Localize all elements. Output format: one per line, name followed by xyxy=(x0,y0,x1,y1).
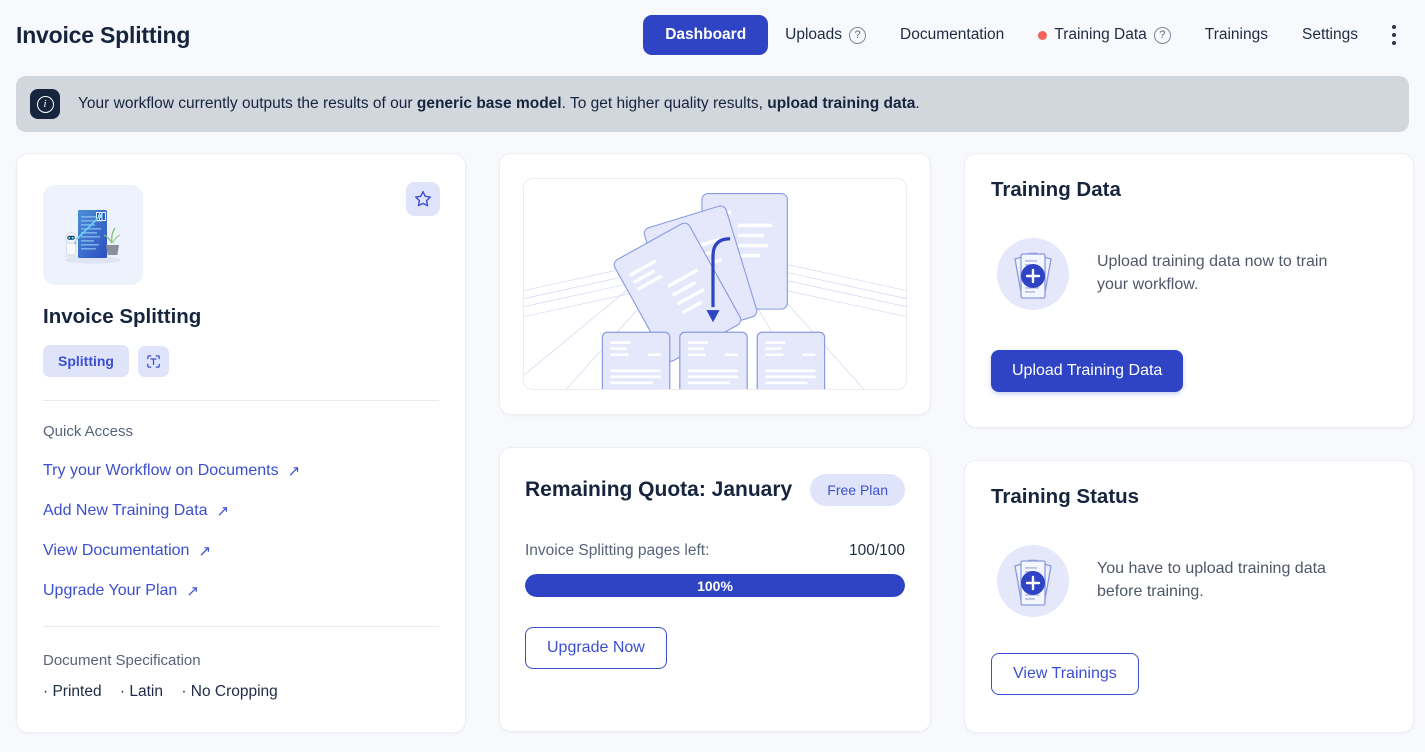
document-specification-label: Document Specification xyxy=(43,652,201,669)
document-specification-values: · Printed · Latin · No Cropping xyxy=(43,683,439,701)
status-dot-icon xyxy=(1038,30,1048,40)
tab-documentation-label: Documentation xyxy=(900,26,1005,43)
link-view-documentation-label: View Documentation xyxy=(43,542,190,559)
upload-training-data-button[interactable]: Upload Training Data xyxy=(991,350,1184,392)
link-upgrade-plan[interactable]: Upgrade Your Plan ↗ xyxy=(43,582,199,600)
tab-dashboard[interactable]: Dashboard xyxy=(643,15,769,55)
quota-usage-count: 100/100 xyxy=(848,542,905,559)
document-splitting-illustration xyxy=(523,178,907,390)
page-title: Invoice Splitting xyxy=(16,21,191,48)
column-center: Remaining Quota: January Free Plan Invoi… xyxy=(499,153,931,733)
external-link-icon: ↗ xyxy=(216,502,230,520)
tab-training-data-label: Training Data xyxy=(1054,26,1147,43)
spec-item: · Printed xyxy=(43,683,102,700)
view-trainings-button[interactable]: View Trainings xyxy=(991,653,1139,695)
training-data-card: Training Data Upload training data now t… xyxy=(964,153,1414,428)
external-link-icon: ↗ xyxy=(198,542,212,560)
link-add-training-data-label: Add New Training Data xyxy=(43,502,208,519)
quota-usage-row: Invoice Splitting pages left: 100/100 xyxy=(525,542,905,560)
info-icon: i xyxy=(30,89,60,119)
workflow-title: Invoice Splitting xyxy=(43,305,202,328)
main-nav: Dashboard Uploads ? Documentation Traini… xyxy=(643,15,1409,55)
banner-text-1: Your workflow currently outputs the resu… xyxy=(78,95,417,112)
banner-text-3: . xyxy=(915,95,920,112)
tab-settings-label: Settings xyxy=(1301,26,1358,43)
divider xyxy=(43,400,439,401)
tab-trainings[interactable]: Trainings xyxy=(1188,16,1285,54)
banner-message: Your workflow currently outputs the resu… xyxy=(78,95,920,113)
workflow-type-badge: Splitting xyxy=(43,345,129,377)
training-data-message: Upload training data now to train your w… xyxy=(1097,253,1328,293)
spec-item: · Latin xyxy=(119,683,163,700)
workflow-tags: Splitting xyxy=(43,345,439,377)
robot-document-illustration xyxy=(64,210,121,264)
main-grid: Invoice Splitting Splitting Quick Access xyxy=(0,132,1425,733)
top-bar: Invoice Splitting Dashboard Uploads ? Do… xyxy=(0,0,1425,70)
banner-bold-2[interactable]: upload training data xyxy=(767,95,915,112)
document-stack-add-icon xyxy=(997,238,1069,310)
training-data-body: Upload training data now to train your w… xyxy=(991,232,1387,316)
tab-dashboard-label: Dashboard xyxy=(665,26,747,43)
training-status-title: Training Status xyxy=(991,485,1140,508)
quota-progress-bar: 100% xyxy=(525,574,905,597)
document-stack-add-icon xyxy=(997,545,1069,617)
external-link-icon: ↗ xyxy=(287,462,301,480)
workflow-thumbnail xyxy=(43,185,143,285)
column-left: Invoice Splitting Splitting Quick Access xyxy=(16,153,466,733)
column-right: Training Data Upload training data now t… xyxy=(964,153,1414,733)
plan-badge: Free Plan xyxy=(810,474,905,506)
quick-access-list: Try your Workflow on Documents ↗ Add New… xyxy=(43,462,439,600)
link-upgrade-plan-label: Upgrade Your Plan xyxy=(43,582,178,599)
kebab-menu-icon[interactable] xyxy=(1379,18,1409,52)
quota-usage-label: Invoice Splitting pages left: xyxy=(525,542,710,559)
external-link-icon: ↗ xyxy=(186,582,199,600)
star-icon[interactable] xyxy=(406,182,440,216)
tab-documentation[interactable]: Documentation xyxy=(883,16,1021,54)
link-try-workflow-label: Try your Workflow on Documents xyxy=(43,462,279,479)
quota-title: Remaining Quota: January xyxy=(525,478,793,501)
training-status-card: Training Status You have to upload train… xyxy=(964,460,1414,733)
banner-bold-1: generic base model xyxy=(416,95,562,112)
link-view-documentation[interactable]: View Documentation ↗ xyxy=(43,542,211,560)
info-banner: i Your workflow currently outputs the re… xyxy=(16,76,1409,132)
divider xyxy=(43,626,439,627)
illustration-card xyxy=(499,153,931,415)
tab-uploads-label: Uploads xyxy=(785,26,843,43)
quota-progress-fill: 100% xyxy=(525,574,905,597)
upgrade-now-button[interactable]: Upgrade Now xyxy=(525,627,667,669)
training-status-message: You have to upload training data before … xyxy=(1097,560,1326,600)
banner-text-2: . To get higher quality results, xyxy=(561,95,768,112)
tab-settings[interactable]: Settings xyxy=(1285,16,1375,54)
quota-card: Remaining Quota: January Free Plan Invoi… xyxy=(499,447,931,732)
text-scan-icon[interactable] xyxy=(138,345,169,377)
tab-training-data[interactable]: Training Data ? xyxy=(1021,16,1187,54)
quota-header: Remaining Quota: January Free Plan xyxy=(525,474,905,506)
tab-uploads[interactable]: Uploads ? xyxy=(768,16,883,54)
training-status-body: You have to upload training data before … xyxy=(991,539,1387,623)
spec-item: · No Cropping xyxy=(181,683,278,700)
training-data-title: Training Data xyxy=(991,178,1121,201)
tab-trainings-label: Trainings xyxy=(1204,26,1268,43)
workflow-overview-card: Invoice Splitting Splitting Quick Access xyxy=(16,153,466,733)
help-icon[interactable]: ? xyxy=(1153,26,1171,44)
help-icon[interactable]: ? xyxy=(849,26,867,44)
quick-access-label: Quick Access xyxy=(43,423,134,440)
link-try-workflow[interactable]: Try your Workflow on Documents ↗ xyxy=(43,462,300,480)
link-add-training-data[interactable]: Add New Training Data ↗ xyxy=(43,502,229,520)
